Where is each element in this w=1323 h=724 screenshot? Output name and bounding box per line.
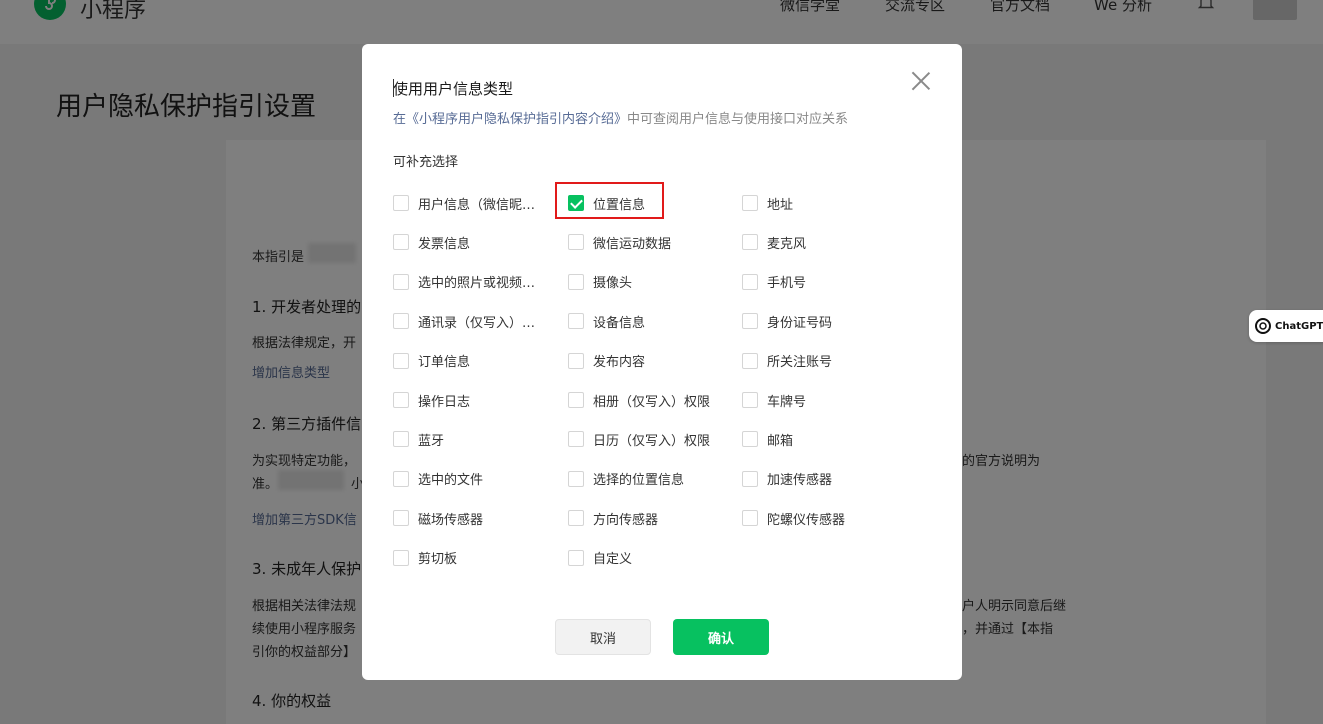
option-label: 加速传感器 <box>767 473 833 489</box>
option-label: 操作日志 <box>418 394 471 410</box>
option-checkbox[interactable] <box>393 549 409 566</box>
option-item[interactable]: 摄像头 <box>568 272 632 292</box>
option-checkbox[interactable] <box>393 470 409 487</box>
option-label: 用户信息（微信昵称、头像） <box>418 197 546 213</box>
option-checkbox[interactable] <box>742 313 758 330</box>
option-checkbox[interactable] <box>568 392 584 408</box>
option-checkbox[interactable] <box>568 510 584 527</box>
option-item[interactable]: 通讯录（仅写入）权限 <box>393 311 546 331</box>
option-checkbox[interactable] <box>742 273 758 290</box>
option-label: 邮箱 <box>767 433 794 449</box>
option-label: 所关注账号 <box>767 355 833 371</box>
subtitle-text: 中可查阅用户信息与使用接口对应关系 <box>627 112 849 127</box>
option-label: 陀螺仪传感器 <box>767 512 846 528</box>
option-item[interactable]: 车牌号 <box>742 390 806 410</box>
option-label: 发布内容 <box>593 355 646 371</box>
option-label: 车牌号 <box>767 394 807 410</box>
dialog-subtitle: 在《小程序用户隐私保护指引内容介绍》中可查阅用户信息与使用接口对应关系 <box>393 108 848 127</box>
option-item[interactable]: 方向传感器 <box>568 508 658 528</box>
option-label: 身份证号码 <box>767 315 833 331</box>
option-item[interactable]: 日历（仅写入）权限 <box>568 429 710 449</box>
option-item[interactable]: 蓝牙 <box>393 429 444 449</box>
option-label: 选择的位置信息 <box>593 473 685 489</box>
option-checkbox[interactable] <box>742 352 758 369</box>
option-item[interactable]: 选中的文件 <box>393 469 483 489</box>
option-item[interactable]: 设备信息 <box>568 311 645 331</box>
option-item[interactable]: 自定义 <box>568 548 632 568</box>
option-checkbox[interactable] <box>742 392 758 408</box>
chatgpt-badge[interactable]: ChatGPT <box>1249 310 1323 342</box>
option-checkbox[interactable] <box>742 470 758 487</box>
info-type-dialog: 使用用户信息类型 在《小程序用户隐私保护指引内容介绍》中可查阅用户信息与使用接口… <box>362 44 962 680</box>
option-label: 剪切板 <box>418 552 458 568</box>
option-checkbox[interactable] <box>742 195 758 211</box>
option-label: 磁场传感器 <box>418 512 484 528</box>
option-label: 方向传感器 <box>593 512 659 528</box>
option-checkbox[interactable] <box>393 431 409 448</box>
privacy-guide-link[interactable]: 在《小程序用户隐私保护指引内容介绍》 <box>393 112 627 127</box>
option-checkbox[interactable] <box>568 549 584 566</box>
option-label: 设备信息 <box>593 315 646 331</box>
option-item[interactable]: 发布内容 <box>568 351 645 371</box>
option-item[interactable]: 磁场传感器 <box>393 508 483 528</box>
cancel-button[interactable]: 取消 <box>555 619 651 655</box>
option-item[interactable]: 选中的照片或视频信息 <box>393 272 546 292</box>
option-label: 微信运动数据 <box>593 236 672 252</box>
option-checkbox[interactable] <box>742 234 758 251</box>
option-label: 手机号 <box>767 276 807 292</box>
option-item[interactable]: 陀螺仪传感器 <box>742 508 845 528</box>
option-checkbox[interactable] <box>393 195 409 211</box>
option-item[interactable]: 身份证号码 <box>742 311 832 331</box>
option-item[interactable]: 手机号 <box>742 272 806 292</box>
option-item[interactable]: 邮箱 <box>742 429 793 449</box>
option-item[interactable]: 微信运动数据 <box>568 232 671 252</box>
red-highlight-box <box>555 182 664 219</box>
option-label: 地址 <box>767 197 794 213</box>
close-icon[interactable] <box>910 70 932 92</box>
option-item[interactable]: 选择的位置信息 <box>568 469 684 489</box>
option-checkbox[interactable] <box>568 234 584 251</box>
dialog-title: 使用用户信息类型 <box>393 79 514 98</box>
option-item[interactable]: 地址 <box>742 193 793 213</box>
option-checkbox[interactable] <box>568 352 584 369</box>
option-item[interactable]: 操作日志 <box>393 390 470 410</box>
option-checkbox[interactable] <box>393 510 409 527</box>
option-label: 麦克风 <box>767 236 807 252</box>
option-checkbox[interactable] <box>393 392 409 408</box>
option-item[interactable]: 用户信息（微信昵称、头像） <box>393 193 546 213</box>
option-label: 蓝牙 <box>418 433 445 449</box>
option-checkbox[interactable] <box>393 234 409 251</box>
option-label: 选中的文件 <box>418 473 484 489</box>
confirm-button[interactable]: 确认 <box>673 619 769 655</box>
option-item[interactable]: 剪切板 <box>393 548 457 568</box>
option-checkbox[interactable] <box>568 431 584 448</box>
option-checkbox[interactable] <box>742 510 758 527</box>
option-label: 选中的照片或视频信息 <box>418 276 546 292</box>
option-label: 通讯录（仅写入）权限 <box>418 315 546 331</box>
section-label: 可补充选择 <box>393 155 459 170</box>
option-item[interactable]: 麦克风 <box>742 232 806 252</box>
option-item[interactable]: 发票信息 <box>393 232 470 252</box>
chatgpt-logo-icon <box>1255 318 1271 334</box>
option-label: 相册（仅写入）权限 <box>593 394 711 410</box>
option-label: 自定义 <box>593 552 633 568</box>
option-item[interactable]: 订单信息 <box>393 351 470 371</box>
option-checkbox[interactable] <box>568 273 584 290</box>
option-item[interactable]: 加速传感器 <box>742 469 832 489</box>
option-checkbox[interactable] <box>742 431 758 448</box>
option-item[interactable]: 所关注账号 <box>742 351 832 371</box>
option-label: 日历（仅写入）权限 <box>593 433 711 449</box>
option-label: 发票信息 <box>418 236 471 252</box>
option-checkbox[interactable] <box>568 313 584 330</box>
option-item[interactable]: 相册（仅写入）权限 <box>568 390 710 410</box>
option-checkbox[interactable] <box>568 470 584 487</box>
option-checkbox[interactable] <box>393 352 409 369</box>
chatgpt-label: ChatGPT <box>1275 320 1323 332</box>
option-checkbox[interactable] <box>393 313 409 330</box>
option-checkbox[interactable] <box>393 273 409 290</box>
option-label: 摄像头 <box>593 276 633 292</box>
option-label: 订单信息 <box>418 355 471 371</box>
